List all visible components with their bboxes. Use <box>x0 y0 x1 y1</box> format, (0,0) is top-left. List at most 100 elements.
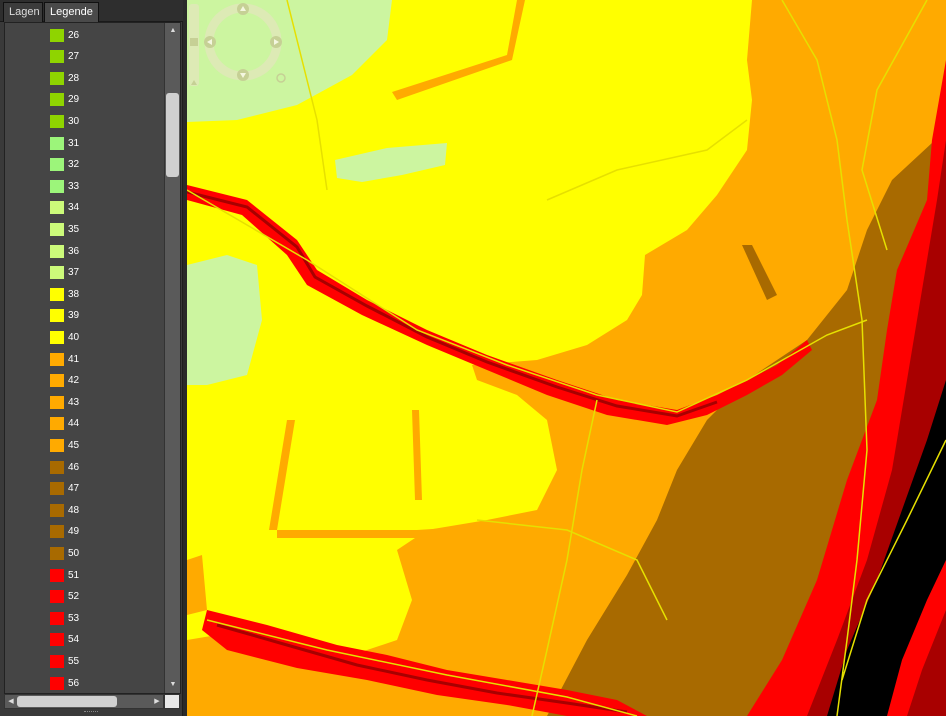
legend-swatch <box>50 244 64 258</box>
legend-item: 46 <box>50 459 79 475</box>
resize-grip-icon[interactable] <box>84 711 98 714</box>
zoom-slider-thumb[interactable] <box>190 38 198 46</box>
noise-map[interactable] <box>187 0 946 716</box>
legend-swatch <box>50 136 64 150</box>
legend-swatch <box>50 611 64 625</box>
legend-item: 55 <box>50 653 79 669</box>
horizontal-scroll-thumb[interactable] <box>17 696 117 707</box>
legend-label: 37 <box>68 267 80 279</box>
vertical-scroll-thumb[interactable] <box>166 93 179 177</box>
legend-label: 46 <box>68 461 80 473</box>
legend-item: 43 <box>50 394 79 410</box>
legend-label: 44 <box>68 418 80 430</box>
legend-item: 56 <box>50 675 79 691</box>
pan-ring[interactable] <box>204 3 282 81</box>
legend-swatch <box>50 158 64 172</box>
vertical-scrollbar[interactable]: ▲ ▼ <box>164 23 180 693</box>
scroll-right-icon[interactable]: ▶ <box>152 695 162 708</box>
horizontal-scrollbar[interactable]: ◀ ▶ <box>4 694 164 709</box>
legend-swatch <box>50 395 64 409</box>
panel-tabbar: Lagen Legende <box>0 0 183 23</box>
legend-label: 47 <box>68 483 80 495</box>
legend-item: 41 <box>50 351 79 367</box>
legend-swatch <box>50 568 64 582</box>
legend-item: 35 <box>50 221 79 237</box>
legend-label: 55 <box>68 655 80 667</box>
legend-swatch <box>50 525 64 539</box>
legend-swatch <box>50 438 64 452</box>
map-navigation-control[interactable] <box>187 0 292 90</box>
legend-label: 41 <box>68 353 80 365</box>
legend-item: 26 <box>50 27 79 43</box>
legend-swatch <box>50 460 64 474</box>
legend-item: 31 <box>50 135 79 151</box>
legend-label: 48 <box>68 504 80 516</box>
legend-item: 47 <box>50 481 79 497</box>
legend-label: 32 <box>68 159 80 171</box>
legend-list-container: 26 27 28 29 30 31 32 33 34 35 36 37 38 39 40 41 42 43 44 45… <box>4 22 181 694</box>
legend-label: 40 <box>68 331 80 343</box>
legend-item: 48 <box>50 502 79 518</box>
legend-item: 29 <box>50 92 79 108</box>
legend-label: 42 <box>68 375 80 387</box>
legend-swatch <box>50 93 64 107</box>
legend-label: 31 <box>68 137 80 149</box>
legend-swatch <box>50 266 64 280</box>
legend-item: 50 <box>50 545 79 561</box>
scroll-up-icon[interactable]: ▲ <box>168 26 178 36</box>
legend-item: 33 <box>50 178 79 194</box>
legend-swatch <box>50 352 64 366</box>
legend-label: 33 <box>68 180 80 192</box>
legend-swatch <box>50 482 64 496</box>
legend-item: 40 <box>50 329 79 345</box>
legend-label: 54 <box>68 634 80 646</box>
legend-swatch <box>50 50 64 64</box>
legend-item: 42 <box>50 373 79 389</box>
legend-label: 30 <box>68 115 80 127</box>
legend-swatch <box>50 374 64 388</box>
legend-item: 54 <box>50 632 79 648</box>
legend-swatch <box>50 330 64 344</box>
legend-item: 38 <box>50 286 79 302</box>
legend-item: 32 <box>50 157 79 173</box>
legend-swatch <box>50 114 64 128</box>
scrollbar-corner <box>164 694 180 709</box>
legend-swatch <box>50 546 64 560</box>
map-view[interactable] <box>187 0 946 716</box>
legend-swatch <box>50 590 64 604</box>
tab-legende[interactable]: Legende <box>44 2 99 23</box>
legend-item: 44 <box>50 416 79 432</box>
legend-swatch <box>50 633 64 647</box>
legend-item: 52 <box>50 589 79 605</box>
legend-item: 49 <box>50 524 79 540</box>
legend-label: 39 <box>68 310 80 322</box>
legend-swatch <box>50 676 64 690</box>
legend-swatch <box>50 654 64 668</box>
legend-panel: Lagen Legende 26 27 28 29 30 31 32 33 34 35 36 37 38… <box>0 0 183 716</box>
legend-label: 36 <box>68 245 80 257</box>
legend-label: 35 <box>68 223 80 235</box>
globe-icon[interactable] <box>276 73 286 83</box>
legend-swatch <box>50 201 64 215</box>
legend-label: 49 <box>68 526 80 538</box>
legend-item: 45 <box>50 437 79 453</box>
legend-swatch <box>50 287 64 301</box>
tab-lagen[interactable]: Lagen <box>3 2 43 22</box>
legend-label: 38 <box>68 288 80 300</box>
scroll-left-icon[interactable]: ◀ <box>6 695 16 708</box>
legend-item: 51 <box>50 567 79 583</box>
legend-label: 51 <box>68 569 80 581</box>
legend-label: 43 <box>68 396 80 408</box>
legend-swatch <box>50 417 64 431</box>
legend-label: 52 <box>68 591 80 603</box>
legend-swatch <box>50 309 64 323</box>
legend-label: 26 <box>68 29 80 41</box>
scroll-down-icon[interactable]: ▼ <box>168 680 178 690</box>
legend-swatch <box>50 222 64 236</box>
legend-label: 53 <box>68 612 80 624</box>
legend-swatch <box>50 28 64 42</box>
legend-item: 37 <box>50 265 79 281</box>
legend-item: 28 <box>50 70 79 86</box>
legend-label: 50 <box>68 547 80 559</box>
legend-item: 34 <box>50 200 79 216</box>
